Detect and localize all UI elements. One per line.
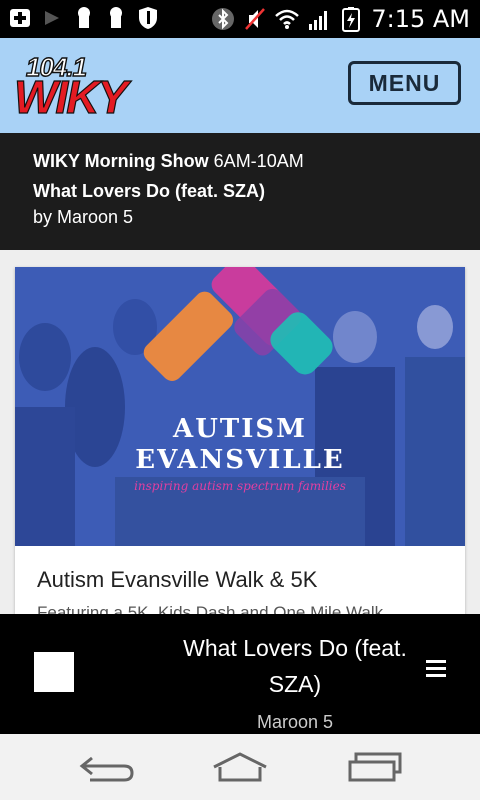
event-card[interactable]: AUTISM EVANSVILLE inspiring autism spect… [15, 267, 465, 627]
clock: 7:15 AM [371, 5, 470, 33]
hamburger-icon[interactable] [426, 660, 446, 678]
stop-button[interactable] [34, 652, 74, 692]
shield-icon [139, 7, 157, 29]
on-air-bar[interactable]: WIKY Morning Show 6AM-10AM What Lovers D… [0, 133, 480, 250]
current-song: What Lovers Do (feat. SZA) [33, 181, 266, 201]
player-artist: Maroon 5 [256, 712, 334, 732]
show-line: WIKY Morning Show 6AM-10AM [33, 151, 304, 172]
station-logo[interactable]: 104.1 WIKY [13, 51, 140, 123]
image-title-line1: AUTISM [173, 414, 307, 444]
keyhole-icon [78, 7, 90, 28]
show-time: 6AM-10AM [213, 151, 304, 171]
menu-button[interactable]: MENU [348, 61, 461, 105]
add-box-icon [10, 9, 30, 27]
recents-icon[interactable] [346, 750, 406, 784]
wifi-icon [275, 9, 300, 29]
bluetooth-icon [212, 8, 235, 30]
audio-player: What Lovers Do (feat. SZA) Maroon 5 [0, 614, 480, 734]
crowd-photo [15, 267, 465, 546]
system-nav-bar [0, 734, 480, 800]
status-bar: 7:15 AM [0, 0, 480, 38]
logo-callsign: WIKY [13, 70, 128, 123]
keyhole-icon [110, 7, 122, 28]
player-track: What Lovers Do (feat. SZA) [183, 635, 407, 697]
show-name: WIKY Morning Show [33, 151, 209, 171]
event-title[interactable]: Autism Evansville Walk & 5K [37, 567, 317, 593]
battery-charging-icon [342, 7, 361, 32]
image-title-line2: EVANSVILLE [135, 445, 345, 475]
signal-icon [309, 11, 328, 30]
current-artist: by Maroon 5 [33, 207, 134, 227]
event-image[interactable]: AUTISM EVANSVILLE inspiring autism spect… [15, 267, 465, 546]
mute-icon [245, 8, 266, 30]
site-header: 104.1 WIKY MENU [0, 38, 480, 133]
home-icon[interactable] [210, 750, 270, 784]
play-icon [45, 11, 59, 25]
back-icon[interactable] [78, 750, 138, 784]
image-tagline: inspiring autism spectrum families [134, 479, 346, 493]
